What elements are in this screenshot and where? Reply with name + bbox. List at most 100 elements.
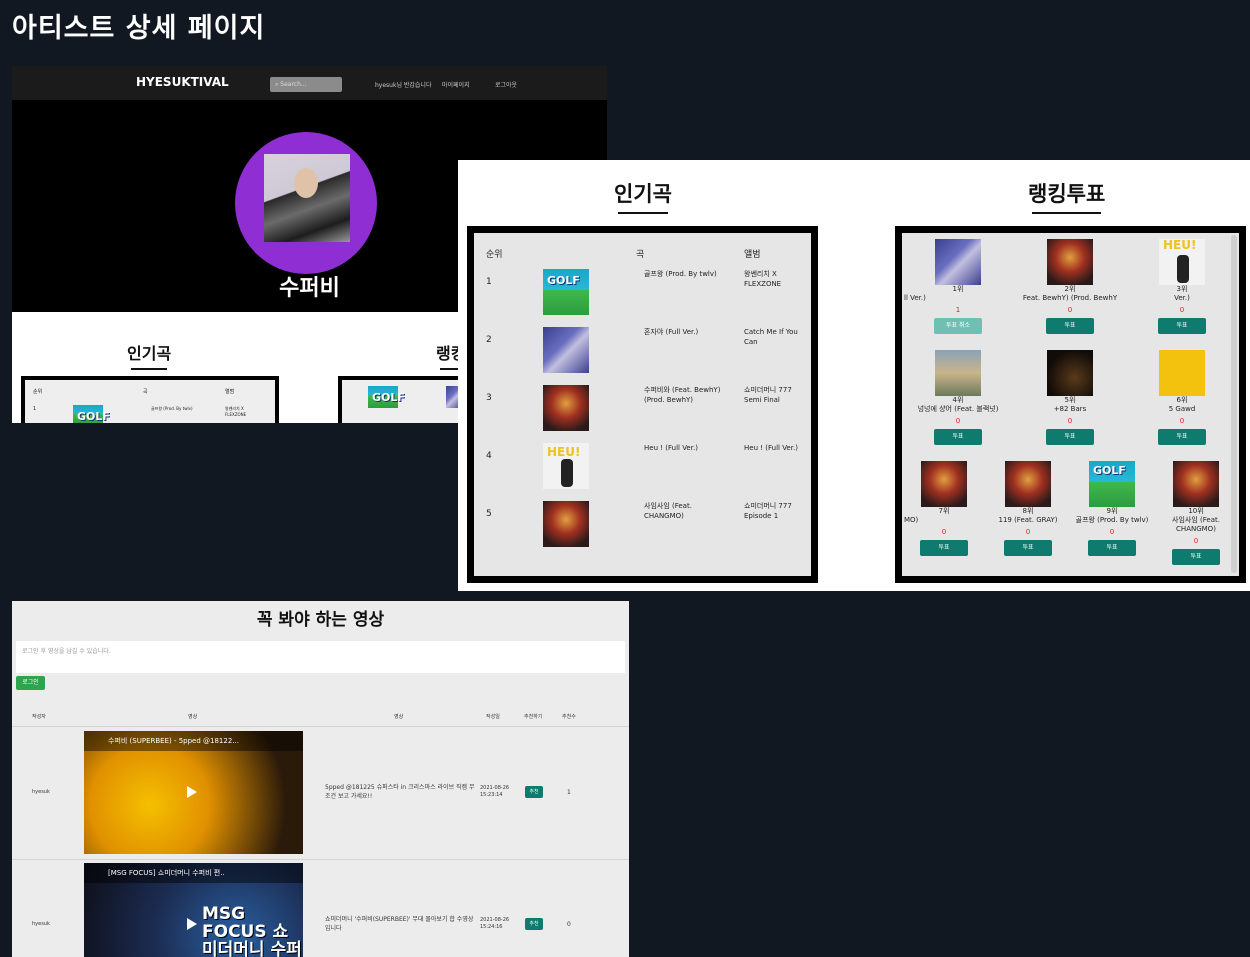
mini-col-song: 곡 xyxy=(143,389,148,395)
vote-item: 8위 119 (Feat. GRAY) 0 투표 xyxy=(986,461,1070,556)
song-title[interactable]: 수퍼비와 (Feat. BewhY) (Prod. BewhY) xyxy=(644,385,728,405)
col-song: 곡 xyxy=(636,250,645,260)
play-icon[interactable] xyxy=(187,786,197,798)
popular-table-mini: 순위 곡 앨범 1 골프왕 (Prod. By twlv) 왕쎈리치 X FLE… xyxy=(21,376,279,423)
vote-button[interactable]: 투표 xyxy=(1004,540,1052,556)
vote-button[interactable]: 투표 xyxy=(1046,429,1094,445)
video-row: hyesuk [MSG FOCUS] 쇼미더머니 수퍼비 편.. MSG FOC… xyxy=(12,863,629,957)
recommend-button[interactable]: 추천 xyxy=(525,786,543,798)
col-album: 앨범 xyxy=(744,250,761,260)
mini-col-album: 앨범 xyxy=(225,389,235,395)
vote-song-title: MO) xyxy=(904,516,919,524)
video-title-bar: 수퍼비 (SUPERBEE) - 5pped @18122... xyxy=(84,731,303,751)
vote-song-title: Feat. BewhY) (Prod. BewhY xyxy=(1022,294,1118,302)
song-row[interactable]: 1 골프왕 (Prod. By twlv) 왕쎈리치 X FLEXZONE xyxy=(474,269,811,327)
song-rank: 4 xyxy=(486,451,492,461)
vote-rank: 9위 xyxy=(1106,507,1118,515)
album-cover xyxy=(1047,350,1093,396)
video-comment: 5pped @181225 슈퍼스타 in 크리스마스 라이브 직캠 무조건 보… xyxy=(325,784,475,800)
vote-rank: 2위 xyxy=(1064,285,1076,293)
vote-cancel-button[interactable]: 투표 취소 xyxy=(934,318,982,334)
vote-item: 2위 Feat. BewhY) (Prod. BewhY 0 투표 xyxy=(1014,239,1126,334)
vote-button[interactable]: 투표 xyxy=(1088,540,1136,556)
popular-title: 인기곡 xyxy=(614,178,672,214)
vote-item: 4위 넝넝에 샹어 (Feat. 블랙넛) 0 투표 xyxy=(902,350,1014,445)
vote-rank: 5위 xyxy=(1064,396,1076,404)
video-thumbnail[interactable]: [MSG FOCUS] 쇼미더머니 수퍼비 편.. MSG FOCUS 쇼미더머… xyxy=(84,863,303,957)
song-row[interactable]: 3 수퍼비와 (Feat. BewhY) (Prod. BewhY) 쇼미더머니… xyxy=(474,385,811,443)
album-name: Heu ! (Full Ver.) xyxy=(744,444,798,452)
vote-button[interactable]: 투표 xyxy=(934,429,982,445)
video-thumbnail[interactable]: 수퍼비 (SUPERBEE) - 5pped @18122... xyxy=(84,731,303,854)
col-rank: 순위 xyxy=(486,250,503,260)
ranking-vote-grid: 1위 ll Ver.) 1 투표 취소 2위 Feat. BewhY) (Pro… xyxy=(895,226,1246,583)
mini-album-cover xyxy=(73,405,110,423)
video-title: 수퍼비 (SUPERBEE) - 5pped @18122... xyxy=(108,737,239,745)
col-video: 영상 xyxy=(188,714,198,720)
mypage-link[interactable]: 마이페이지 xyxy=(442,80,470,89)
album-cover xyxy=(543,327,589,373)
vote-rank: 3위 xyxy=(1176,285,1188,293)
album-cover xyxy=(543,501,589,547)
videos-title: 꼭 봐야 하는 영상 xyxy=(256,610,385,630)
vote-count: 0 xyxy=(1067,306,1073,314)
header-divider xyxy=(12,726,629,727)
vote-rank: 8위 xyxy=(1022,507,1034,515)
song-title[interactable]: 사임사임 (Feat. CHANGMO) xyxy=(644,501,728,521)
vote-rank: 1위 xyxy=(952,285,964,293)
recommend-count: 0 xyxy=(567,921,571,928)
song-row[interactable]: 5 사임사임 (Feat. CHANGMO) 쇼미더머니 777 Episode… xyxy=(474,501,811,559)
video-title-bar: [MSG FOCUS] 쇼미더머니 수퍼비 편.. xyxy=(84,863,303,883)
artist-photo xyxy=(264,154,350,242)
vote-button[interactable]: 투표 xyxy=(1046,318,1094,334)
song-rank: 1 xyxy=(486,277,492,287)
album-cover xyxy=(1173,461,1219,507)
vote-button[interactable]: 투표 xyxy=(1172,549,1220,565)
song-row[interactable]: 4 Heu ! (Full Ver.) Heu ! (Full Ver.) xyxy=(474,443,811,501)
brand-logo[interactable]: HYESUKTIVAL xyxy=(136,75,229,89)
logout-link[interactable]: 로그아웃 xyxy=(495,80,517,89)
album-cover xyxy=(935,350,981,396)
col-author: 작성자 xyxy=(32,714,46,720)
album-name: 왕쎈리치 X FLEXZONE xyxy=(744,270,782,288)
artist-avatar xyxy=(235,132,377,274)
vote-song-title: Ver.) xyxy=(1174,294,1190,302)
video-date: 2021-08-26 15:24:16 xyxy=(480,917,510,930)
album-cover xyxy=(543,269,589,315)
vote-song-title: 5 Gawd xyxy=(1168,405,1196,413)
vote-button[interactable]: 투표 xyxy=(1158,429,1206,445)
song-title[interactable]: Heu ! (Full Ver.) xyxy=(644,443,728,453)
song-rank: 5 xyxy=(486,509,492,519)
mini-col-rank: 순위 xyxy=(33,389,43,395)
songs-ranking-panel: 인기곡 랭킹투표 순위 곡 앨범 1 골프왕 (Prod. By twlv) 왕… xyxy=(458,160,1250,591)
recommend-button[interactable]: 추천 xyxy=(525,918,543,930)
search-input[interactable]: ⌕ Search... xyxy=(270,77,342,92)
vote-item: 5위 +82 Bars 0 투표 xyxy=(1014,350,1126,445)
song-row[interactable]: 2 혼자야 (Full Ver.) Catch Me If You Can xyxy=(474,327,811,385)
album-cover xyxy=(1089,461,1135,507)
vote-song-title: 사임사임 (Feat. CHANGMO) xyxy=(1172,516,1220,533)
song-title[interactable]: 골프왕 (Prod. By twlv) xyxy=(644,269,728,279)
login-button[interactable]: 로그인 xyxy=(16,676,45,690)
vote-rank: 10위 xyxy=(1188,507,1204,515)
col-date: 작성일 xyxy=(486,714,500,720)
song-title[interactable]: 혼자야 (Full Ver.) xyxy=(644,327,728,337)
vote-count: 0 xyxy=(1193,537,1199,545)
vote-rank: 7위 xyxy=(938,507,950,515)
vote-item: 7위 MO) 0 투표 xyxy=(902,461,986,556)
popular-title-mini: 인기곡 xyxy=(127,340,171,370)
play-icon[interactable] xyxy=(187,918,197,930)
album-name: Catch Me If You Can xyxy=(744,328,798,346)
vote-song-title: 119 (Feat. GRAY) xyxy=(998,516,1058,524)
comment-input[interactable]: 로그인 후 영상을 남길 수 있습니다. xyxy=(16,641,625,673)
mini-ranking-cover xyxy=(368,386,405,408)
vote-button[interactable]: 투표 xyxy=(1158,318,1206,334)
video-date: 2021-08-26 15:23:14 xyxy=(480,785,510,798)
recommend-count: 1 xyxy=(567,789,571,796)
vote-button[interactable]: 투표 xyxy=(920,540,968,556)
song-rank: 2 xyxy=(486,335,492,345)
album-cover xyxy=(1159,350,1205,396)
album-name: 쇼미더머니 777 Episode 1 xyxy=(744,502,792,520)
album-cover xyxy=(1159,239,1205,285)
vote-count: 0 xyxy=(1179,306,1185,314)
